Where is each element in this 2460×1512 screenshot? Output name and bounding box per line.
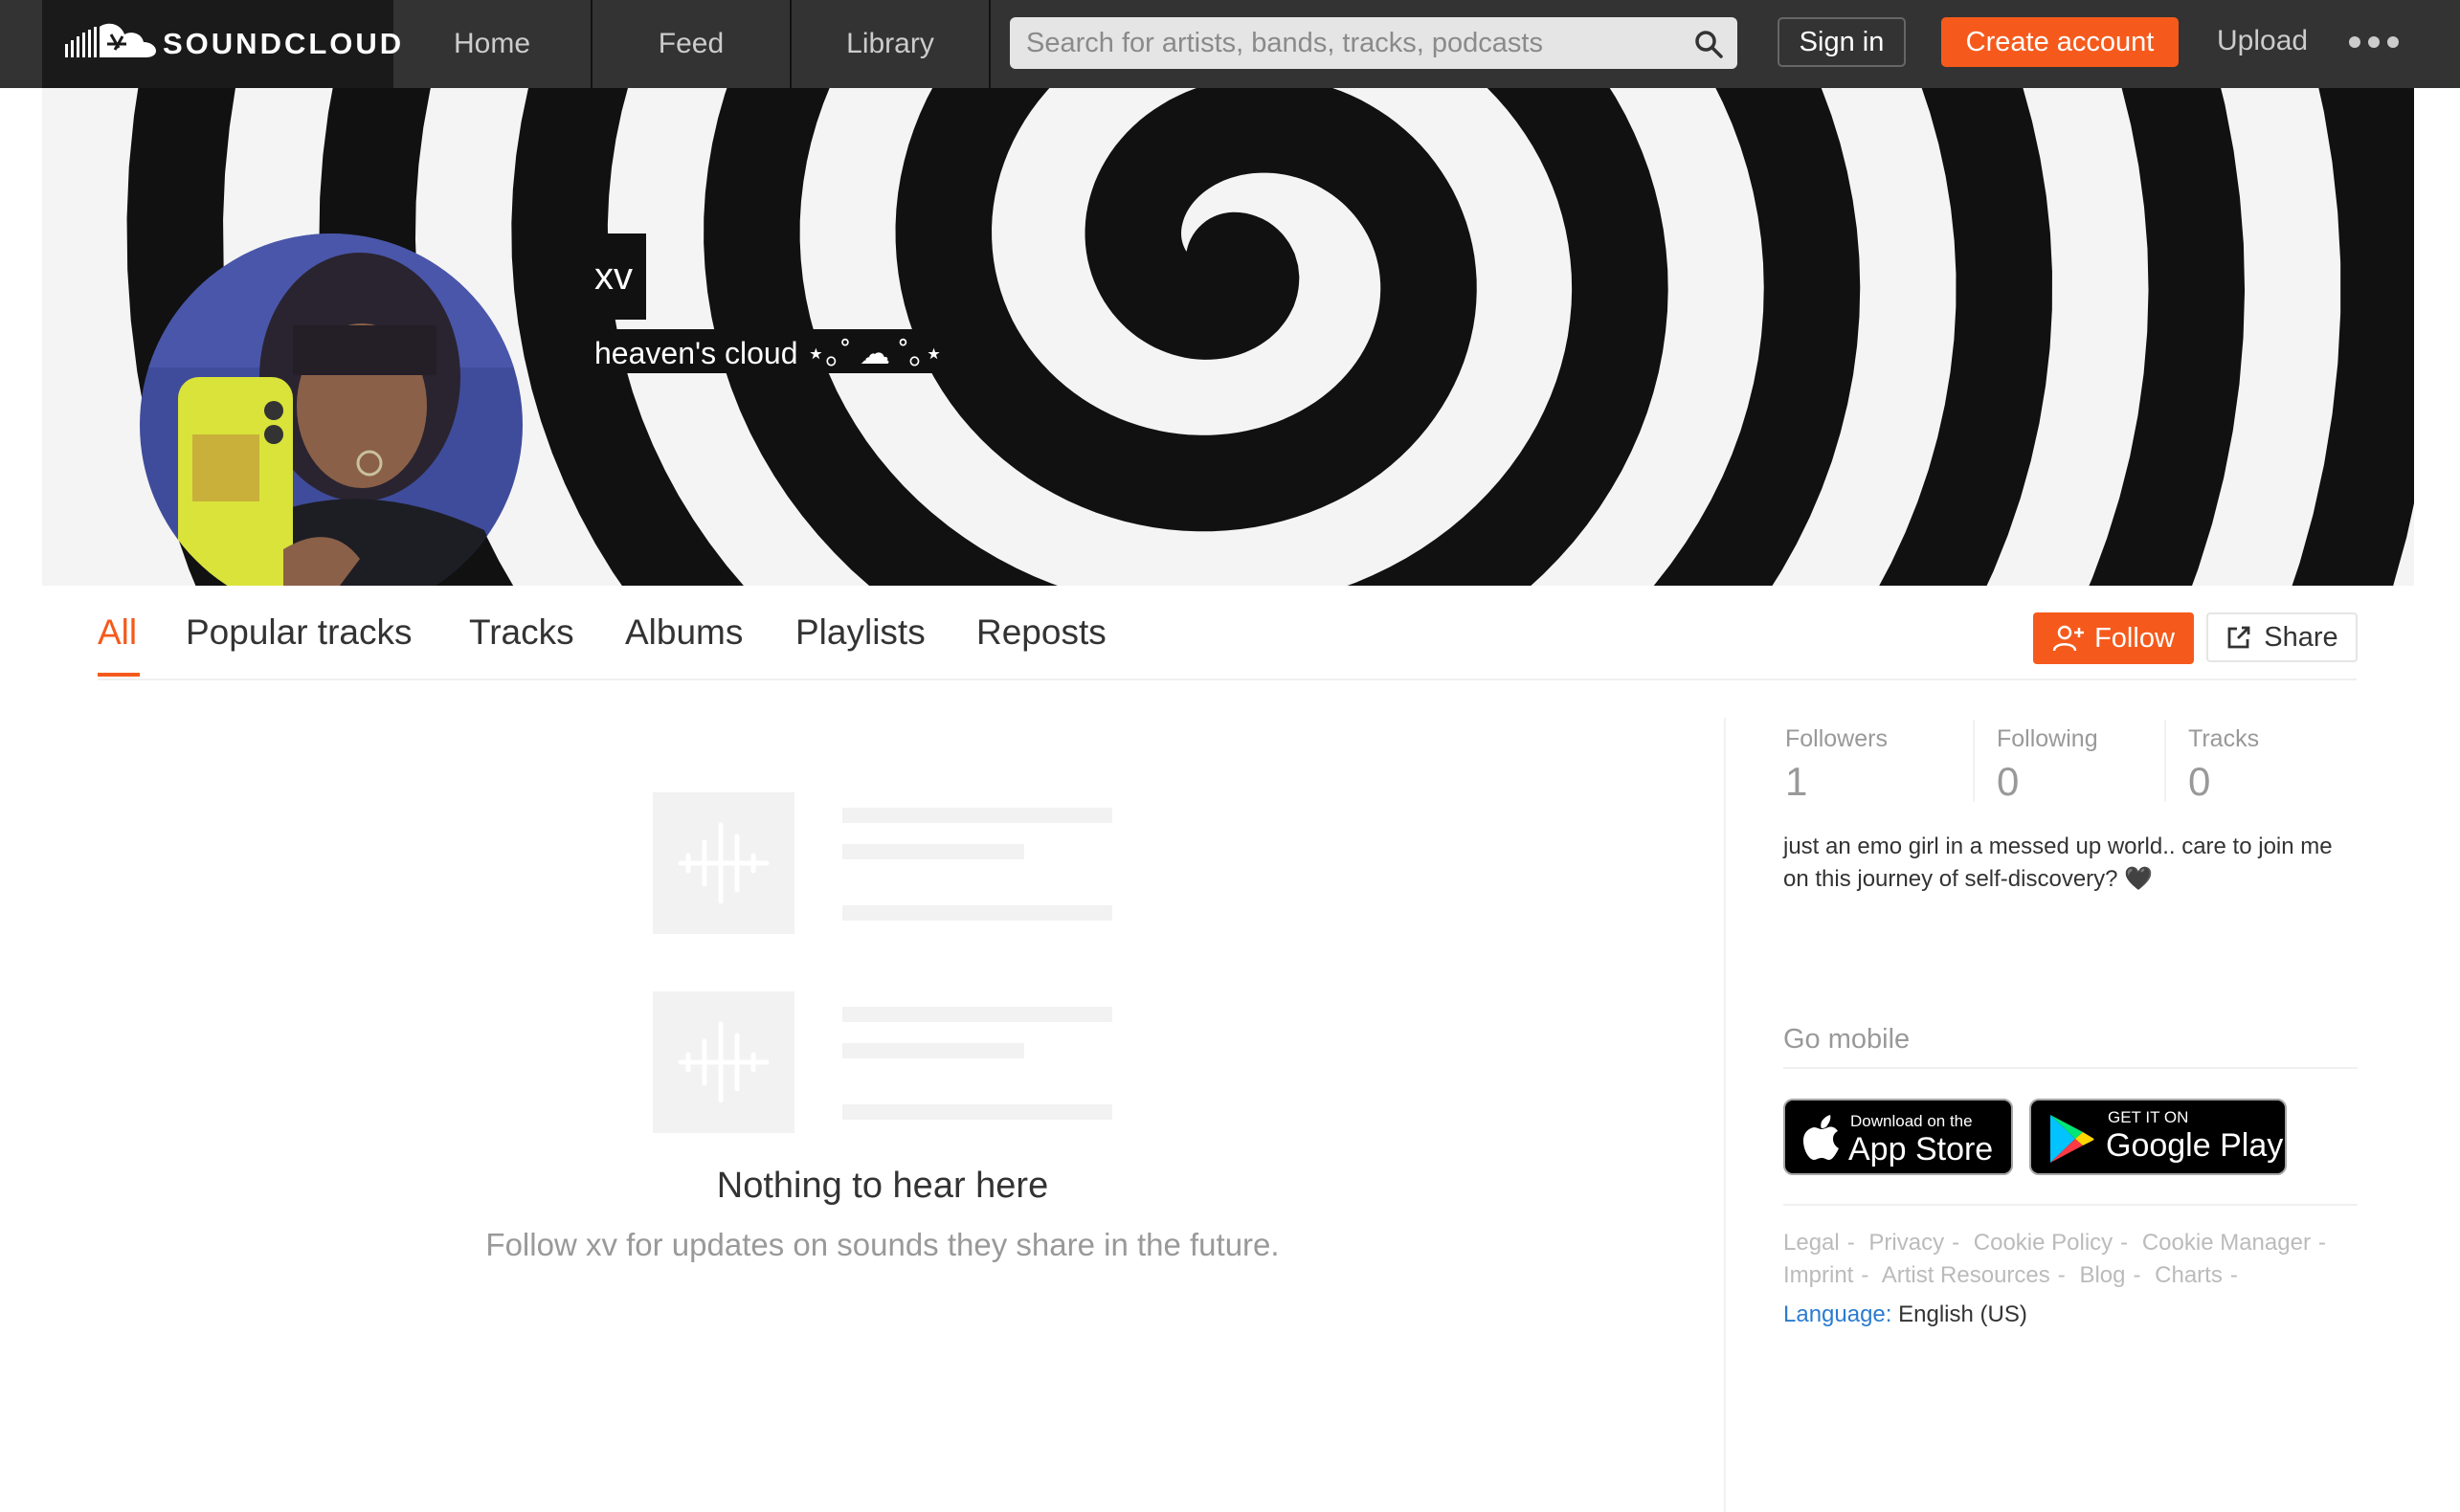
placeholder-line	[842, 905, 1112, 921]
logo-wordmark: SOUNDCLOUD	[163, 27, 405, 60]
tab-reposts[interactable]: Reposts	[976, 612, 1107, 653]
footer-link-legal[interactable]: Legal	[1783, 1230, 1840, 1256]
stat-following[interactable]: Following 0	[1997, 725, 2098, 805]
stat-label: Tracks	[2188, 725, 2260, 752]
stat-followers[interactable]: Followers 1	[1785, 725, 1888, 805]
placeholder-line	[842, 844, 1024, 859]
google-play-badge[interactable]: GET IT ON Google Play	[2029, 1099, 2287, 1175]
footer-link-blog[interactable]: Blog	[2079, 1262, 2125, 1288]
footer-link-artist-resources[interactable]: Artist Resources	[1882, 1262, 2050, 1288]
profile-bio: just an emo girl in a messed up world.. …	[1783, 834, 2333, 892]
nav-tab-home[interactable]: Home	[393, 0, 593, 88]
footer-divider	[1783, 1204, 2358, 1206]
waveform-placeholder-icon	[653, 792, 794, 934]
create-account-button[interactable]: Create account	[1941, 17, 2179, 67]
footer-link-cookie-manager[interactable]: Cookie Manager	[2142, 1230, 2311, 1256]
profile-tagline: heaven's cloud ⋆｡˚ ☁︎ ˚｡⋆	[581, 329, 957, 373]
app-store-small-text: Download on the	[1850, 1112, 1973, 1130]
placeholder-line	[842, 1104, 1112, 1120]
search-box	[1010, 17, 1737, 69]
top-nav-bar: SOUNDCLOUD Home Feed Library Sign in Cre…	[0, 0, 2460, 88]
share-button-label: Share	[2264, 621, 2338, 653]
follow-button[interactable]: Follow	[2033, 612, 2194, 664]
profile-avatar	[140, 233, 523, 586]
stat-value: 0	[2188, 759, 2211, 804]
apple-icon	[1803, 1115, 1839, 1160]
upload-link[interactable]: Upload	[2217, 25, 2308, 57]
stat-separator	[2164, 720, 2166, 802]
search-icon[interactable]	[1693, 29, 1724, 59]
stat-value: 1	[1785, 759, 1808, 804]
tab-playlists[interactable]: Playlists	[795, 612, 926, 653]
avatar-photo	[140, 233, 523, 586]
nav-tab-feed[interactable]: Feed	[593, 0, 792, 88]
tab-popular-tracks[interactable]: Popular tracks	[186, 612, 413, 653]
go-mobile-divider	[1783, 1067, 2358, 1069]
placeholder-line	[842, 1007, 1112, 1022]
search-input[interactable]	[1024, 26, 1680, 60]
stat-label: Following	[1997, 725, 2098, 752]
app-store-badge[interactable]: Download on the App Store	[1783, 1099, 2013, 1175]
footer-link-cookie-policy[interactable]: Cookie Policy	[1974, 1230, 2113, 1256]
tabs-divider	[98, 678, 2357, 680]
go-mobile-heading: Go mobile	[1783, 1024, 1911, 1055]
sign-in-button[interactable]: Sign in	[1778, 17, 1906, 67]
stat-separator	[1973, 720, 1975, 802]
footer-link-charts[interactable]: Charts	[2155, 1262, 2223, 1288]
google-play-small-text: GET IT ON	[2108, 1108, 2189, 1126]
sidebar-divider	[1724, 718, 1726, 1512]
profile-header-banner: xv heaven's cloud ⋆｡˚ ☁︎ ˚｡⋆	[42, 88, 2414, 586]
app-store-big-text: App Store	[1848, 1131, 1994, 1167]
placeholder-line	[842, 1043, 1024, 1058]
footer-links: Legal - Privacy - Cookie Policy - Cookie Ma…	[1783, 1230, 2326, 1288]
stat-tracks[interactable]: Tracks 0	[2188, 725, 2259, 805]
tab-all[interactable]: All	[98, 612, 137, 653]
more-dots-icon[interactable]	[2347, 23, 2401, 61]
language-selector[interactable]: Language: English (US)	[1783, 1301, 2027, 1328]
google-play-big-text: Google Play	[2106, 1127, 2284, 1164]
stat-label: Followers	[1785, 725, 1888, 752]
tab-albums[interactable]: Albums	[625, 612, 743, 653]
nav-tab-library[interactable]: Library	[792, 0, 991, 88]
add-user-icon	[2052, 625, 2085, 652]
share-icon	[2227, 626, 2250, 649]
track-placeholder	[653, 991, 1112, 1135]
share-button[interactable]: Share	[2206, 612, 2358, 662]
profile-username: xv	[581, 233, 646, 320]
footer-link-imprint[interactable]: Imprint	[1783, 1262, 1853, 1288]
waveform-placeholder-icon	[653, 991, 794, 1133]
empty-state-subtitle: Follow xv for updates on sounds they sha…	[485, 1227, 1280, 1262]
soundcloud-logo[interactable]: SOUNDCLOUD	[42, 0, 401, 88]
google-play-icon	[2050, 1115, 2094, 1163]
footer-link-privacy[interactable]: Privacy	[1868, 1230, 1944, 1256]
language-label: Language:	[1783, 1301, 1892, 1327]
placeholder-line	[842, 808, 1112, 823]
soundcloud-logo-icon	[65, 23, 156, 58]
language-value: English (US)	[1898, 1301, 2027, 1327]
empty-state-title: Nothing to hear here	[716, 1166, 1049, 1206]
tab-tracks[interactable]: Tracks	[469, 612, 574, 653]
stat-value: 0	[1997, 759, 2020, 804]
follow-button-label: Follow	[2094, 622, 2175, 654]
active-tab-indicator	[98, 673, 140, 677]
track-placeholder	[653, 792, 1112, 936]
